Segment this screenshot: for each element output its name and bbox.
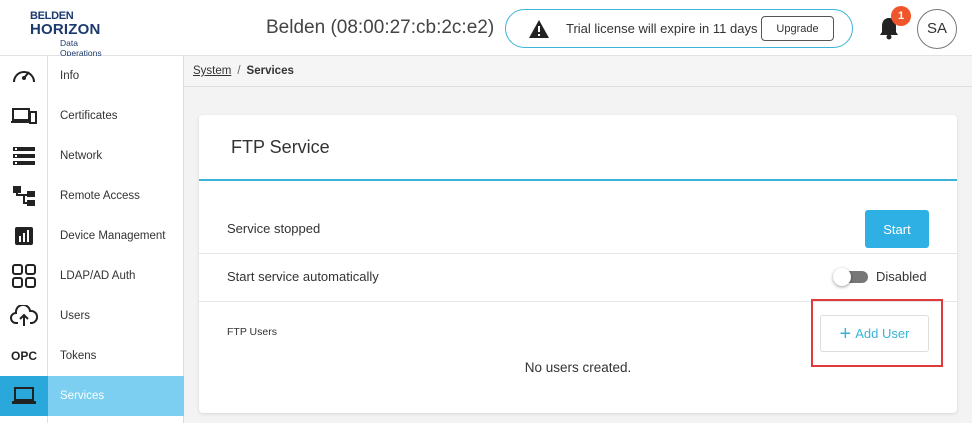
sidebar-item-device-management[interactable]: Device Management bbox=[48, 216, 184, 256]
ftp-service-card: FTP Service Service stopped Start Start … bbox=[199, 115, 957, 413]
logo-line2: HORIZON bbox=[30, 21, 101, 38]
speedometer-icon bbox=[13, 71, 35, 83]
breadcrumb: System / Services bbox=[184, 56, 972, 87]
user-avatar[interactable]: SA bbox=[917, 9, 957, 49]
warning-icon bbox=[529, 20, 549, 38]
row-divider bbox=[199, 253, 957, 254]
sidebar-item-ldap-ad-auth[interactable]: LDAP/AD Auth bbox=[48, 256, 184, 296]
sidebar-icon-remote-access[interactable] bbox=[0, 176, 48, 216]
sidebar-icon-bar: OPC bbox=[0, 56, 48, 423]
empty-users-message: No users created. bbox=[524, 360, 632, 375]
toggle-state-label: Disabled bbox=[876, 269, 927, 284]
highlight-box bbox=[811, 299, 943, 367]
sidebar-nav: Info Certificates Network Remote Access … bbox=[48, 56, 184, 423]
start-button[interactable]: Start bbox=[865, 210, 929, 248]
sidebar-item-network[interactable]: Network bbox=[48, 136, 184, 176]
license-message: Trial license will expire in 11 days bbox=[566, 21, 758, 36]
devices-icon bbox=[11, 108, 37, 124]
top-header: BELDEN HORIZON Data Operations Belden (0… bbox=[0, 0, 972, 58]
sidebar-item-certificates[interactable]: Certificates bbox=[48, 96, 184, 136]
sidebar-icon-services[interactable] bbox=[0, 376, 48, 416]
card-title: FTP Service bbox=[231, 137, 330, 157]
auto-start-toggle[interactable] bbox=[833, 268, 868, 286]
sidebar-icon-users[interactable] bbox=[0, 296, 48, 336]
logo-line3: Data Operations bbox=[60, 38, 102, 58]
device-title: Belden (08:00:27:cb:2c:e2) bbox=[266, 17, 495, 38]
auto-start-label: Start service automatically bbox=[227, 269, 379, 284]
card-title-underline bbox=[199, 179, 957, 181]
brand-logo[interactable]: BELDEN HORIZON Data Operations bbox=[30, 10, 120, 58]
sidebar-item-users[interactable]: Users bbox=[48, 296, 184, 336]
breadcrumb-system-link[interactable]: System bbox=[193, 65, 231, 77]
sidebar-icon-device-management[interactable] bbox=[0, 216, 48, 256]
sidebar-item-remote-access[interactable]: Remote Access bbox=[48, 176, 184, 216]
notification-badge: 1 bbox=[891, 6, 911, 26]
sidebar-item-services[interactable]: Services bbox=[48, 376, 184, 416]
sidebar-icon-ldap[interactable] bbox=[0, 256, 48, 296]
sidebar-item-info[interactable]: Info bbox=[48, 56, 184, 96]
chart-box-icon bbox=[15, 227, 33, 245]
license-banner: Trial license will expire in 11 days Upg… bbox=[505, 9, 853, 48]
sidebar-icon-tokens[interactable]: OPC bbox=[0, 336, 48, 376]
hierarchy-icon bbox=[13, 186, 35, 206]
upgrade-button[interactable]: Upgrade bbox=[761, 16, 834, 41]
ftp-users-label: FTP Users bbox=[227, 326, 277, 338]
sidebar-icon-certificates[interactable] bbox=[0, 96, 48, 136]
network-list-icon bbox=[13, 147, 35, 165]
service-status-text: Service stopped bbox=[227, 221, 321, 236]
sidebar-item-tokens[interactable]: Tokens bbox=[48, 336, 184, 376]
cloud-upload-icon bbox=[10, 305, 38, 326]
sidebar-icon-info[interactable] bbox=[0, 56, 48, 96]
grid-icon bbox=[12, 264, 36, 288]
sidebar-icon-network[interactable] bbox=[0, 136, 48, 176]
laptop-icon bbox=[12, 387, 36, 404]
opc-icon: OPC bbox=[10, 349, 37, 363]
toggle-thumb bbox=[833, 268, 851, 286]
breadcrumb-separator: / bbox=[237, 65, 241, 77]
breadcrumb-current: Services bbox=[246, 65, 294, 77]
